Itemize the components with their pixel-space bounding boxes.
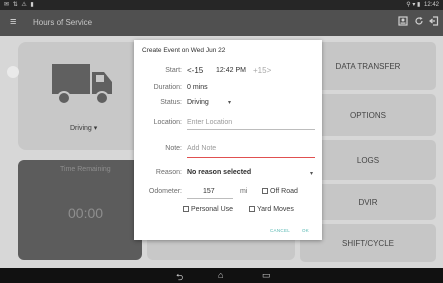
truck-icon xyxy=(52,64,112,105)
truck-status-dropdown[interactable]: Driving ▾ xyxy=(70,124,97,132)
personal-use-label: Personal Use xyxy=(191,206,234,213)
reason-chevron-down-icon[interactable]: ▾ xyxy=(310,170,313,177)
status-bar: ✉ ⇅ ⚠ ▮ ⚲ ▾ ▮ 12:42 xyxy=(0,0,443,10)
note-underline xyxy=(187,157,315,158)
yard-moves-checkbox-box[interactable] xyxy=(249,206,255,212)
navigation-bar: ⮌ ⌂ ▭ xyxy=(0,268,443,283)
odometer-underline xyxy=(187,198,233,199)
duration-value: 0 mins xyxy=(187,84,208,91)
time-remaining-value: 00:00 xyxy=(68,205,104,221)
location-icon: ⚲ xyxy=(406,2,411,8)
yard-moves-label: Yard Moves xyxy=(257,206,294,213)
odometer-input[interactable]: 157 xyxy=(203,188,215,195)
ok-button[interactable]: OK xyxy=(302,228,309,233)
cancel-button[interactable]: CANCEL xyxy=(270,228,290,233)
note-input[interactable]: Add Note xyxy=(187,145,216,152)
app-bar: ≡ Hours of Service xyxy=(0,10,443,36)
start-time-value[interactable]: 12:42 PM xyxy=(216,67,246,74)
location-input[interactable]: Enter Location xyxy=(187,119,232,126)
screen: ✉ ⇅ ⚠ ▮ ⚲ ▾ ▮ 12:42 ≡ Hours of Service D… xyxy=(0,0,443,283)
off-road-checkbox[interactable]: Off Road xyxy=(262,188,298,195)
note-label: Note: xyxy=(165,145,182,152)
logout-icon[interactable] xyxy=(429,16,439,29)
status-dropdown[interactable]: Driving xyxy=(187,99,209,106)
home-icon[interactable]: ⌂ xyxy=(218,270,223,280)
personal-use-checkbox-box[interactable] xyxy=(183,206,189,212)
odometer-unit: mi xyxy=(240,188,248,195)
time-remaining-label: Time Remaining xyxy=(60,166,111,173)
dialog-title: Create Event on Wed Jun 22 xyxy=(142,47,226,54)
notification-icons: ✉ ⇅ ⚠ ▮ xyxy=(4,2,35,8)
wifi-icon: ▾ xyxy=(412,2,416,8)
chevron-down-icon: ▾ xyxy=(93,125,98,132)
personal-use-checkbox[interactable]: Personal Use xyxy=(183,206,233,213)
status-label: Status: xyxy=(160,99,182,106)
id-card-icon[interactable] xyxy=(398,16,408,29)
clock: 12:42 xyxy=(423,2,439,8)
recent-apps-icon[interactable]: ▭ xyxy=(262,270,271,281)
location-label: Location: xyxy=(153,119,182,126)
reason-label: Reason: xyxy=(155,169,182,176)
start-increment-button[interactable]: +15> xyxy=(253,66,271,75)
create-event-dialog: Create Event on Wed Jun 22 Start: <-15 1… xyxy=(134,40,322,240)
off-road-label: Off Road xyxy=(270,188,298,195)
menu-icon[interactable]: ≡ xyxy=(10,16,16,28)
app-title: Hours of Service xyxy=(33,18,93,27)
off-road-checkbox-box[interactable] xyxy=(262,188,268,194)
start-label: Start: xyxy=(165,67,182,74)
yard-moves-checkbox[interactable]: Yard Moves xyxy=(249,206,294,213)
battery-icon: ▮ xyxy=(417,2,421,8)
start-decrement-button[interactable]: <-15 xyxy=(187,66,203,75)
odometer-label: Odometer: xyxy=(148,188,182,195)
back-icon[interactable]: ⮌ xyxy=(176,270,183,283)
reason-dropdown[interactable]: No reason selected xyxy=(187,169,251,176)
duration-label: Duration: xyxy=(153,84,182,91)
status-indicator-dot xyxy=(7,66,19,78)
refresh-icon[interactable] xyxy=(414,16,424,29)
status-right: ⚲ ▾ ▮ 12:42 xyxy=(406,1,439,8)
status-chevron-down-icon[interactable]: ▾ xyxy=(228,99,231,106)
truck-status-label: Driving xyxy=(70,125,92,132)
location-underline xyxy=(187,129,315,130)
